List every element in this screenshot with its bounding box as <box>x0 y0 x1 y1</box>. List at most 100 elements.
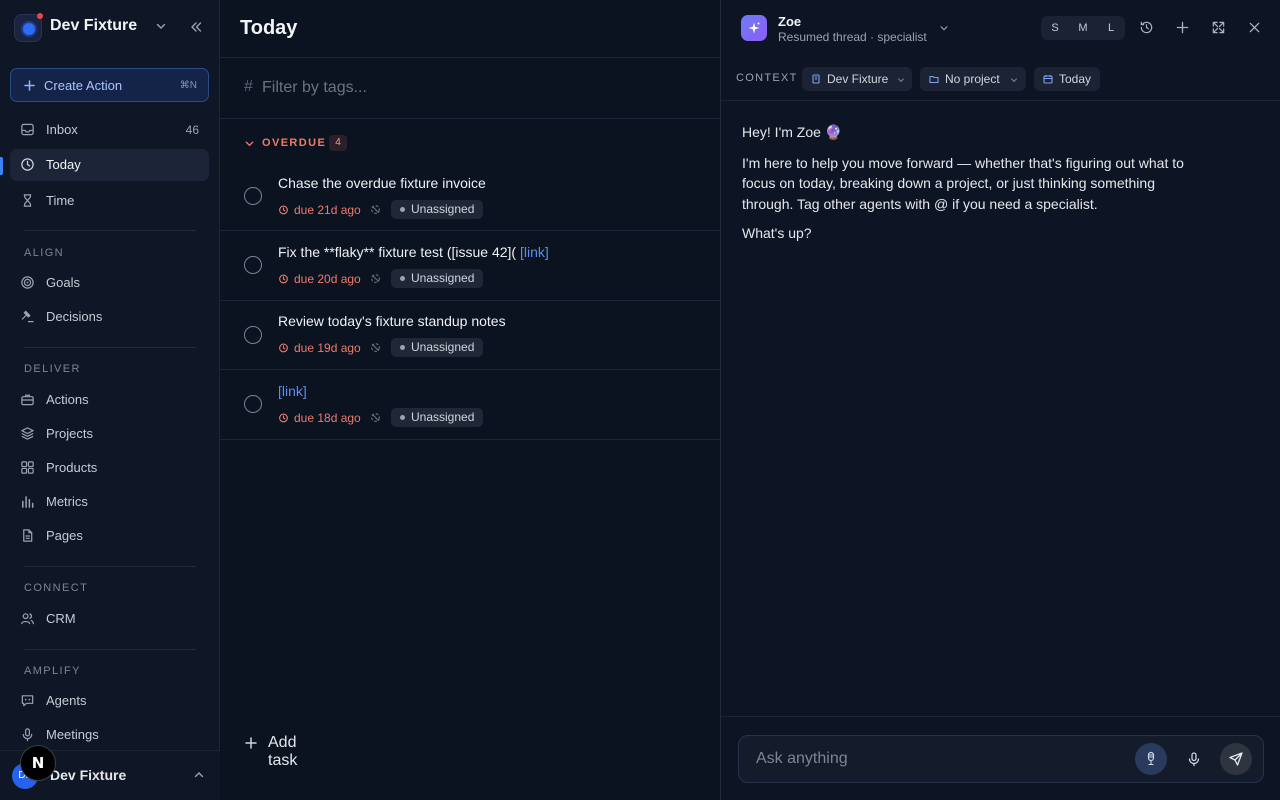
create-action-button[interactable]: Create Action ⌘N <box>10 68 209 102</box>
sidebar-item-label: Products <box>46 460 98 475</box>
tag-filter-input[interactable] <box>262 76 682 100</box>
task-meta: due 19d ago Unassigned <box>278 338 698 358</box>
sidebar: Dev Fixture Create Action ⌘N Inbox 46 To… <box>0 0 220 800</box>
task-title[interactable]: [link] <box>278 383 307 399</box>
sidebar-item-label: CRM <box>46 611 76 626</box>
context-workspace-chip[interactable]: Dev Fixture <box>802 67 912 91</box>
hourglass-icon <box>20 193 35 208</box>
composer-box <box>738 735 1264 783</box>
alarm-clock-icon <box>278 273 289 284</box>
chevron-down-icon[interactable] <box>155 20 167 32</box>
expand-icon[interactable] <box>1211 20 1226 35</box>
assignee-chip[interactable]: Unassigned <box>391 408 484 427</box>
dictate-button[interactable] <box>1178 743 1210 775</box>
chevron-down-icon[interactable] <box>939 23 949 33</box>
task-link[interactable]: [link] <box>520 244 549 260</box>
sidebar-item-label: Projects <box>46 426 93 441</box>
assignee-dot <box>400 345 405 350</box>
repeat-off-icon[interactable] <box>370 273 381 284</box>
sidebar-item-label: Today <box>46 157 81 172</box>
workspace-logo[interactable] <box>14 13 43 42</box>
size-small-button[interactable]: S <box>1041 16 1069 40</box>
group-count-badge: 4 <box>329 135 347 151</box>
sidebar-item-label: Metrics <box>46 494 88 509</box>
sidebar-item-label: Time <box>46 193 75 208</box>
close-icon[interactable] <box>1247 20 1262 35</box>
due-date: due 20d ago <box>294 272 361 286</box>
task-row[interactable]: Chase the overdue fixture invoice due 21… <box>220 161 720 231</box>
sidebar-item-today[interactable]: Today <box>10 149 209 181</box>
context-project: No project <box>945 72 1000 86</box>
new-thread-icon[interactable] <box>1175 20 1190 35</box>
assignee-label: Unassigned <box>411 202 475 216</box>
assignee-chip[interactable]: Unassigned <box>391 269 484 288</box>
shortcut-hint: ⌘N <box>179 80 197 91</box>
context-date-chip[interactable]: Today <box>1034 67 1100 91</box>
microphone-icon <box>20 727 35 742</box>
dev-overlay-badge[interactable]: N <box>20 745 56 781</box>
sidebar-item-label: Meetings <box>46 727 99 742</box>
task-complete-checkbox[interactable] <box>244 256 262 274</box>
context-project-chip[interactable]: No project <box>920 67 1026 91</box>
task-row[interactable]: [link] due 18d ago Unassigned <box>220 370 720 440</box>
file-icon <box>20 528 35 543</box>
task-title[interactable]: Fix the **flaky** fixture test ([issue 4… <box>278 244 549 260</box>
chevron-down-icon <box>897 76 905 84</box>
voice-mode-button[interactable] <box>1135 743 1167 775</box>
agent-name[interactable]: Zoe <box>778 14 801 29</box>
sidebar-item-time[interactable]: Time <box>10 185 209 217</box>
sidebar-item-decisions[interactable]: Decisions <box>10 301 209 333</box>
repeat-off-icon[interactable] <box>370 204 381 215</box>
sidebar-divider <box>24 347 196 348</box>
task-row[interactable]: Review today's fixture standup notes due… <box>220 300 720 370</box>
task-complete-checkbox[interactable] <box>244 187 262 205</box>
sidebar-item-goals[interactable]: Goals <box>10 267 209 299</box>
sidebar-item-projects[interactable]: Projects <box>10 418 209 450</box>
section-label-deliver: DELIVER <box>24 363 81 375</box>
task-meta: due 20d ago Unassigned <box>278 269 698 289</box>
inbox-count: 46 <box>185 123 199 137</box>
task-title[interactable]: Chase the overdue fixture invoice <box>278 175 486 191</box>
task-title-text: Chase the overdue fixture invoice <box>278 175 486 191</box>
assistant-message: What's up? <box>742 225 812 241</box>
chevron-down-icon <box>1010 76 1018 84</box>
sidebar-item-inbox[interactable]: Inbox 46 <box>10 114 209 146</box>
assignee-chip[interactable]: Unassigned <box>391 338 484 357</box>
sidebar-item-metrics[interactable]: Metrics <box>10 486 209 518</box>
size-medium-button[interactable]: M <box>1069 16 1097 40</box>
section-label-amplify: AMPLIFY <box>24 665 81 677</box>
task-title-text: Fix the **flaky** fixture test ([issue 4… <box>278 244 517 260</box>
section-label-connect: CONNECT <box>24 582 89 594</box>
tag-filter: # <box>220 58 720 119</box>
add-task-label: Add task <box>268 734 298 769</box>
task-title-text: Review today's fixture standup notes <box>278 313 506 329</box>
target-icon <box>20 275 35 290</box>
workspace-name[interactable]: Dev Fixture <box>50 17 137 35</box>
sidebar-item-crm[interactable]: CRM <box>10 603 209 635</box>
sidebar-item-pages[interactable]: Pages <box>10 520 209 552</box>
repeat-off-icon[interactable] <box>370 342 381 353</box>
task-complete-checkbox[interactable] <box>244 326 262 344</box>
chat-composer <box>721 716 1280 800</box>
send-button[interactable] <box>1220 743 1252 775</box>
chevron-up-icon <box>193 769 205 781</box>
active-indicator <box>0 157 3 175</box>
assignee-chip[interactable]: Unassigned <box>391 200 484 219</box>
sidebar-item-label: Actions <box>46 392 89 407</box>
assignee-dot <box>400 207 405 212</box>
main-content: Today # OVERDUE 4 Chase the overdue fixt… <box>220 0 720 800</box>
repeat-off-icon[interactable] <box>370 412 381 423</box>
sidebar-item-actions[interactable]: Actions <box>10 384 209 416</box>
page-title: Today <box>240 17 298 39</box>
task-link[interactable]: [link] <box>278 383 307 399</box>
collapse-sidebar-icon[interactable] <box>189 20 203 34</box>
task-title[interactable]: Review today's fixture standup notes <box>278 313 506 329</box>
history-icon[interactable] <box>1139 20 1154 35</box>
sidebar-item-products[interactable]: Products <box>10 452 209 484</box>
task-complete-checkbox[interactable] <box>244 395 262 413</box>
task-row[interactable]: Fix the **flaky** fixture test ([issue 4… <box>220 231 720 301</box>
size-large-button[interactable]: L <box>1097 16 1125 40</box>
sidebar-item-agents[interactable]: Agents <box>10 685 209 717</box>
sidebar-item-label: Goals <box>46 275 80 290</box>
chat-input[interactable] <box>756 748 1116 770</box>
